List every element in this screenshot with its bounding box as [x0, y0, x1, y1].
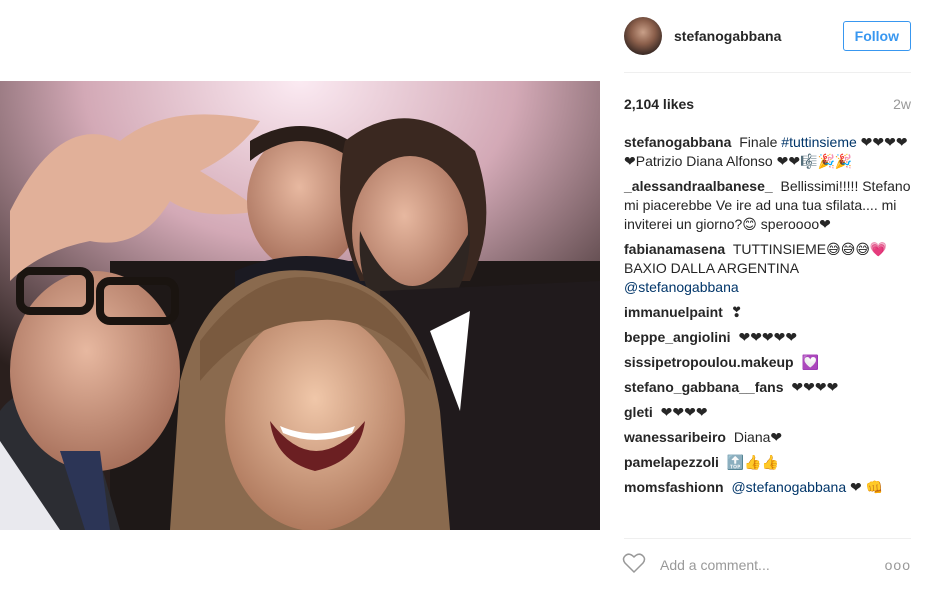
comment-item: _alessandraalbanese_ Bellissimi!!!!! Ste… [624, 177, 913, 234]
post-photo[interactable] [0, 81, 600, 530]
likes-row: 2,104 likes 2w [624, 96, 911, 112]
post-header: stefanogabbana Follow [624, 16, 911, 56]
likes-count[interactable]: 2,104 likes [624, 96, 694, 112]
comment-username[interactable]: beppe_angiolini [624, 329, 731, 345]
comment-text: ❤ 👊 [850, 479, 884, 495]
comment-text: 💟 [801, 354, 819, 370]
comment-username[interactable]: gleti [624, 404, 653, 420]
post-sidebar: stefanogabbana Follow 2,104 likes 2w ste… [600, 0, 933, 596]
comment-item: wanessaribeiro Diana❤ [624, 428, 913, 447]
comment-list: stefanogabbana Finale #tuttinsieme ❤❤❤❤❤… [624, 133, 913, 503]
heart-icon[interactable] [622, 552, 646, 579]
comment-text: ❤❤❤❤ [660, 404, 708, 420]
comment-text: 🔝👍👍 [726, 454, 780, 470]
comment-item: sissipetropoulou.makeup 💟 [624, 353, 913, 372]
mention-link[interactable]: @stefanogabbana [731, 479, 846, 495]
comment-username[interactable]: fabianamasena [624, 241, 725, 257]
comment-item: fabianamasena TUTTINSIEME😅😅😅💗 BAXIO DALL… [624, 240, 913, 297]
comment-text: Diana❤ [733, 429, 783, 445]
comment-item: momsfashionn @stefanogabbana ❤ 👊 [624, 478, 913, 497]
comment-text: ❣ [730, 304, 743, 320]
hashtag-link[interactable]: #tuttinsieme [781, 134, 856, 150]
comment-item: immanuelpaint ❣ [624, 303, 913, 322]
comment-username[interactable]: immanuelpaint [624, 304, 723, 320]
add-comment-row: Add a comment... ooo [622, 552, 911, 578]
follow-button[interactable]: Follow [842, 21, 911, 51]
comment-username[interactable]: stefano_gabbana__fans [624, 379, 784, 395]
mention-link[interactable]: @stefanogabbana [624, 279, 739, 295]
comment-item: beppe_angiolini ❤❤❤❤❤ [624, 328, 913, 347]
comment-username[interactable]: sissipetropoulou.makeup [624, 354, 794, 370]
username-link[interactable]: stefanogabbana [674, 28, 781, 44]
comment-text: ❤❤❤❤ [791, 379, 839, 395]
comment-item: stefano_gabbana__fans ❤❤❤❤ [624, 378, 913, 397]
comment-text: ❤❤❤❤❤ [738, 329, 798, 345]
avatar[interactable] [624, 17, 662, 55]
comment-text: Finale [739, 134, 778, 150]
comment-username[interactable]: _alessandraalbanese_ [624, 178, 773, 194]
comment-username[interactable]: pamelapezzoli [624, 454, 719, 470]
add-comment-input[interactable]: Add a comment... [660, 557, 770, 573]
comment-item: stefanogabbana Finale #tuttinsieme ❤❤❤❤❤… [624, 133, 913, 171]
comment-item: gleti ❤❤❤❤ [624, 403, 913, 422]
post-age[interactable]: 2w [893, 96, 911, 112]
more-options-icon[interactable]: ooo [885, 557, 911, 573]
comment-username[interactable]: wanessaribeiro [624, 429, 726, 445]
selfie-illustration [0, 81, 600, 530]
header-divider [624, 72, 911, 73]
comments-divider [624, 538, 911, 539]
comment-username[interactable]: stefanogabbana [624, 134, 731, 150]
comment-username[interactable]: momsfashionn [624, 479, 724, 495]
comment-item: pamelapezzoli 🔝👍👍 [624, 453, 913, 472]
